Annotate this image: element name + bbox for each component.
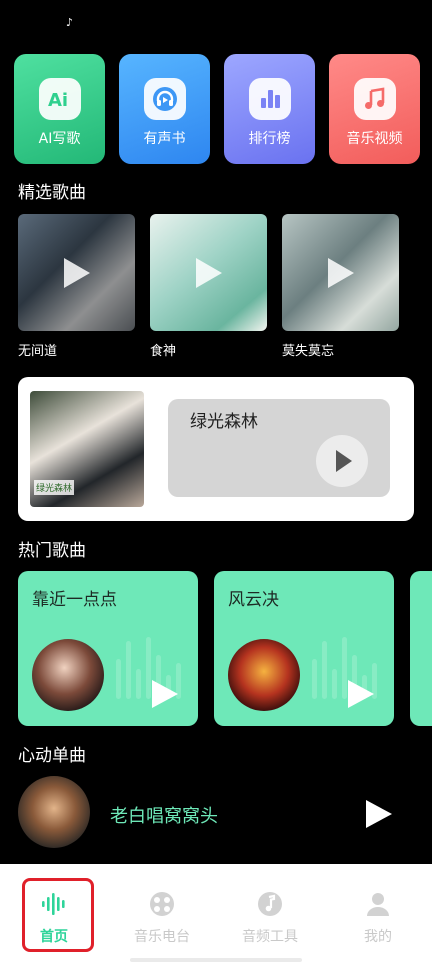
status-bar: ♪	[0, 0, 432, 44]
featured-play-button[interactable]	[316, 435, 368, 487]
selected-songs-title: 精选歌曲	[18, 183, 86, 203]
ranking-label: 排行榜	[248, 131, 291, 147]
album-disc	[32, 639, 104, 711]
home-indicator	[130, 958, 302, 962]
tab-profile-label: 我的	[364, 929, 392, 945]
song-card[interactable]: 食神	[150, 214, 267, 364]
hot-song-card[interactable]	[410, 571, 432, 726]
single-avatar	[18, 776, 90, 848]
headphones-icon	[144, 78, 186, 120]
bottom-tab-bar: 首页 音乐电台 音频工具 我的	[0, 864, 432, 964]
audiobook-button[interactable]: 有声书	[119, 54, 210, 164]
featured-card[interactable]: 绿光森林 绿光森林	[18, 377, 414, 521]
hot-songs-title: 热门歌曲	[18, 541, 86, 561]
tab-profile[interactable]: 我的	[324, 864, 432, 954]
play-icon[interactable]	[152, 680, 178, 708]
album-disc	[228, 639, 300, 711]
song-card[interactable]: 莫失莫忘	[282, 214, 399, 364]
feature-row: Ai AI写歌 有声书 排行榜 音乐视频	[14, 54, 420, 164]
hot-song-title: 靠近一点点	[32, 590, 117, 610]
song-name: 莫失莫忘	[282, 344, 335, 359]
song-name: 无间道	[18, 344, 58, 359]
music-video-label: 音乐视频	[346, 131, 403, 147]
play-icon[interactable]	[348, 680, 374, 708]
audiobook-label: 有声书	[143, 131, 186, 147]
tab-radio-label: 音乐电台	[134, 929, 190, 945]
song-cover[interactable]	[150, 214, 267, 331]
selected-songs-list: 无间道 食神 莫失莫忘	[18, 214, 414, 364]
ai-songwriting-button[interactable]: Ai AI写歌	[14, 54, 105, 164]
play-icon[interactable]	[64, 258, 90, 288]
sound-wave-decoration	[306, 629, 386, 699]
single-name: 老白唱窝窝头	[110, 806, 218, 827]
song-cover[interactable]	[282, 214, 399, 331]
radio-icon	[148, 890, 176, 918]
selection-highlight	[22, 878, 94, 952]
music-video-button[interactable]: 音乐视频	[329, 54, 420, 164]
svg-text:Ai: Ai	[48, 90, 68, 110]
play-icon[interactable]	[366, 800, 392, 828]
ai-icon: Ai	[39, 78, 81, 120]
single-item[interactable]: 老白唱窝窝头	[18, 776, 418, 850]
poster-title: 绿光森林	[34, 480, 75, 495]
play-icon[interactable]	[328, 258, 354, 288]
play-icon	[336, 450, 352, 472]
sound-wave-decoration	[110, 629, 190, 699]
ai-songwriting-label: AI写歌	[38, 131, 81, 147]
heart-singles-title: 心动单曲	[18, 746, 86, 766]
hot-song-card[interactable]: 风云决	[214, 571, 394, 726]
featured-poster: 绿光森林	[30, 391, 144, 507]
hot-song-card[interactable]: 靠近一点点	[18, 571, 198, 726]
bar-chart-icon	[249, 78, 291, 120]
featured-title: 绿光森林	[190, 412, 258, 432]
song-name: 食神	[150, 344, 177, 359]
song-card[interactable]: 无间道	[18, 214, 135, 364]
song-cover[interactable]	[18, 214, 135, 331]
tab-radio[interactable]: 音乐电台	[108, 864, 216, 954]
user-icon	[364, 890, 392, 918]
tab-audio-tools-label: 音频工具	[242, 929, 298, 945]
ranking-button[interactable]: 排行榜	[224, 54, 315, 164]
note-tool-icon	[256, 890, 284, 918]
tiktok-icon: ♪	[66, 16, 74, 29]
hot-song-title: 风云决	[228, 590, 279, 610]
music-note-icon	[354, 78, 396, 120]
tab-audio-tools[interactable]: 音频工具	[216, 864, 324, 954]
play-icon[interactable]	[196, 258, 222, 288]
hot-songs-list: 靠近一点点 风云决	[18, 571, 432, 726]
featured-info: 绿光森林	[168, 399, 390, 497]
